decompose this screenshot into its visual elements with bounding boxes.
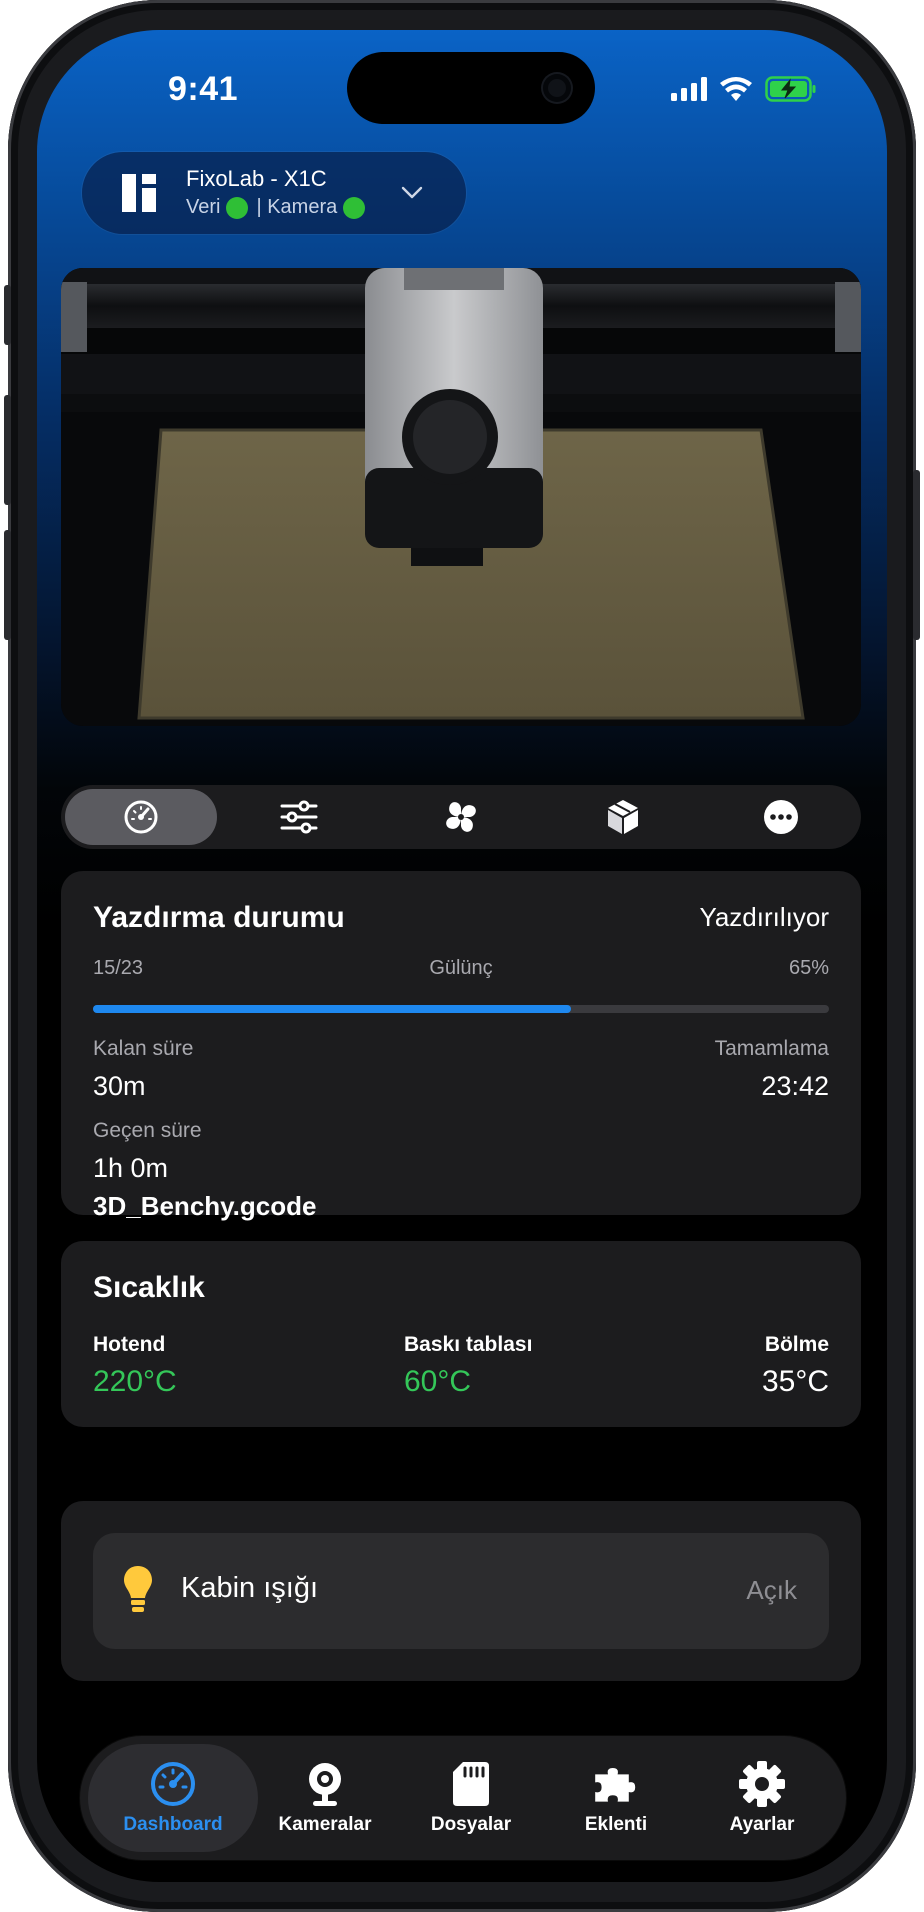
completion-label: Tamamlama (714, 1037, 829, 1060)
box-icon (608, 800, 638, 834)
tab-settings[interactable]: Ayarlar (677, 1744, 847, 1852)
segment-dashboard[interactable] (65, 789, 217, 845)
chamber-value: 35°C (761, 1365, 829, 1398)
data-status-dot (226, 196, 249, 219)
tab-cameras-label: Kameralar (278, 1814, 372, 1835)
screen: 9:41 FixoLab - X1C Veri | Kamera Yazdırm… (37, 30, 887, 1882)
remaining-value: 30m (93, 1071, 146, 1101)
signal-icon (671, 77, 707, 101)
camera-feed-image (61, 268, 861, 726)
segment-fans[interactable] (385, 789, 537, 845)
cabin-light-label: Kabin ışığı (181, 1572, 319, 1604)
speedometer-icon (124, 800, 158, 834)
segment-filament[interactable] (547, 789, 699, 845)
tab-dashboard-label: Dashboard (123, 1814, 223, 1835)
data-label: Veri (186, 196, 221, 218)
wifi-icon (720, 77, 752, 101)
volume-down-button (4, 530, 11, 640)
elapsed-value: 1h 0m (93, 1153, 169, 1183)
elapsed-label: Geçen süre (93, 1119, 202, 1142)
printer-selector[interactable]: FixoLab - X1C Veri | Kamera (82, 152, 466, 234)
print-state: Yazdırılıyor (699, 902, 829, 932)
temperature-card: Sıcaklık Hotend 220°C Baskı tablası 60°C… (61, 1241, 861, 1427)
tab-files-label: Dosyalar (430, 1814, 512, 1835)
printer-name: FixoLab - X1C (186, 166, 327, 191)
battery-charging-icon (765, 76, 816, 102)
chamber-label: Bölme (764, 1333, 829, 1356)
gear-icon (738, 1760, 786, 1808)
hotend-label: Hotend (93, 1333, 166, 1356)
puzzle-icon (592, 1760, 640, 1808)
camera-label: | Kamera (256, 196, 338, 218)
print-filename: 3D_Benchy.gcode (93, 1191, 317, 1221)
progress-bar (93, 1005, 829, 1013)
fan-icon (446, 802, 476, 832)
more-icon (764, 800, 798, 834)
tab-plugins-label: Eklenti (584, 1814, 648, 1835)
cabin-light-card: Kabin ışığı Açık (61, 1501, 861, 1681)
bottom-tab-bar: Dashboard Kameralar Dosyalar Eklenti Aya… (80, 1736, 846, 1860)
progress-percent: 65% (788, 957, 829, 979)
print-status-title: Yazdırma durumu (93, 901, 345, 934)
phone-frame: 9:41 FixoLab - X1C Veri | Kamera Yazdırm… (4, 0, 920, 1912)
webcam-icon (301, 1760, 349, 1808)
chevron-down-icon (401, 186, 423, 199)
tab-plugins[interactable]: Eklenti (531, 1744, 701, 1852)
lightbulb-icon (124, 1566, 152, 1612)
print-mode: Gülünç (429, 957, 493, 979)
tab-dashboard[interactable]: Dashboard (88, 1744, 258, 1852)
camera-status-dot (343, 196, 366, 219)
sd-card-icon (447, 1760, 495, 1808)
status-time: 9:41 (168, 70, 239, 108)
print-status-card: Yazdırma durumu Yazdırılıyor 15/23 Gülün… (61, 871, 861, 1221)
status-icons (671, 76, 817, 102)
remaining-label: Kalan süre (93, 1037, 194, 1060)
power-button (913, 470, 920, 640)
cabin-light-state: Açık (746, 1575, 797, 1605)
bed-value: 60°C (404, 1365, 472, 1398)
dashboard-icon (149, 1760, 197, 1808)
hotend-value: 220°C (93, 1365, 177, 1398)
bed-label: Baskı tablası (404, 1333, 533, 1356)
section-segmented-control (61, 785, 861, 849)
tab-settings-label: Ayarlar (729, 1814, 795, 1835)
action-button (4, 285, 11, 345)
segment-more[interactable] (705, 789, 857, 845)
dynamic-island (347, 52, 595, 124)
printer-connection-status: Veri | Kamera (186, 196, 373, 219)
sliders-icon (280, 800, 318, 834)
temperature-title: Sıcaklık (93, 1271, 205, 1304)
camera-lens (543, 74, 571, 102)
segment-controls[interactable] (223, 789, 375, 845)
completion-value: 23:42 (761, 1071, 829, 1101)
volume-up-button (4, 395, 11, 505)
camera-feed[interactable] (61, 268, 861, 726)
cabin-light-toggle[interactable]: Kabin ışığı Açık (93, 1533, 829, 1649)
tab-cameras[interactable]: Kameralar (240, 1744, 410, 1852)
bambu-logo-icon (122, 174, 156, 212)
progress-bar-fill (93, 1005, 572, 1013)
